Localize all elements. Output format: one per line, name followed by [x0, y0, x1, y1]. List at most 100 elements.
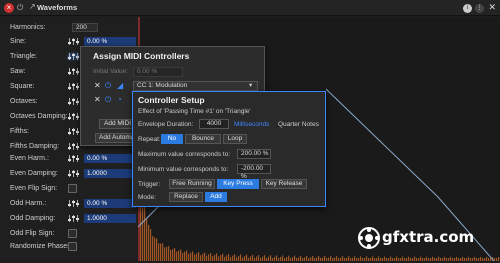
trigger-key-press-button[interactable]: Key Press [217, 179, 259, 189]
harmonic-bar [390, 256, 392, 261]
mini-slider-icon[interactable] [68, 37, 80, 46]
unit-milliseconds[interactable]: Milliseconds [234, 121, 269, 128]
mode-replace-button[interactable]: Replace [169, 192, 203, 202]
harmonic-bar [232, 255, 234, 261]
mini-slider-icon[interactable] [68, 97, 80, 106]
harmonic-bar [420, 256, 422, 261]
harmonic-bar [188, 253, 190, 261]
mini-slider-icon[interactable] [68, 67, 80, 76]
window-title: Waveforms [37, 3, 78, 12]
harmonic-bar [174, 248, 176, 261]
mini-slider-icon[interactable] [68, 154, 80, 163]
mini-slider-icon[interactable] [68, 142, 80, 151]
mini-slider-icon[interactable] [68, 127, 80, 136]
harmonic-bar [178, 250, 180, 261]
harmonic-bar [172, 249, 174, 261]
harmonic-bar [220, 255, 222, 261]
chevron-down-icon[interactable]: ▾ [249, 81, 252, 89]
harmonic-bar [298, 257, 300, 261]
harmonic-bar [228, 254, 230, 261]
harmonic-bar [342, 256, 344, 261]
harmonic-bar [186, 250, 188, 261]
param-checkbox[interactable] [68, 242, 77, 251]
trigger-key-release-button[interactable]: Key Release [261, 179, 307, 189]
harmonic-bar [200, 255, 202, 261]
max-field[interactable]: 200.00 % [237, 149, 271, 159]
assign-title: Assign MIDI Controllers [93, 51, 190, 61]
ramp-icon[interactable]: ◢ [117, 81, 123, 90]
min-field[interactable]: -200.00 % [237, 164, 271, 180]
mini-slider-icon[interactable] [68, 169, 80, 178]
harmonic-bar [426, 256, 428, 261]
mini-slider-icon[interactable] [68, 199, 80, 208]
controller-select[interactable]: CC 1: Modulation [133, 81, 258, 91]
mini-slider-icon[interactable] [68, 52, 80, 61]
param-label: Even Flip Sign: [10, 185, 58, 192]
param-value-field[interactable]: 0.00 % [84, 37, 136, 46]
harmonic-bar [242, 257, 244, 261]
setup-title: Controller Setup [138, 95, 205, 105]
repeat-no-button[interactable]: No [161, 134, 183, 144]
harmonic-bar [222, 253, 224, 261]
harmonic-bar [414, 256, 416, 261]
param-value-field[interactable]: 0.00 % [84, 199, 136, 208]
unit-quarter-notes[interactable]: Quarter Notes [278, 121, 319, 128]
power-toggle-icon[interactable]: ⏻ [105, 81, 111, 90]
remove-icon-2[interactable]: ✕ [94, 95, 101, 104]
param-label: Odd Flip Sign: [10, 230, 55, 237]
harmonic-bar [288, 255, 290, 261]
envelope-field[interactable]: 4000 [199, 119, 229, 129]
param-label: Even Damping: [10, 170, 58, 177]
harmonic-bar [244, 256, 246, 261]
harmonic-bar [304, 257, 306, 261]
power-toggle-icon-2[interactable]: ⏻ [105, 95, 111, 104]
harmonic-bar [246, 254, 248, 261]
param-checkbox[interactable] [68, 184, 77, 193]
harmonic-bar [306, 255, 308, 261]
harmonic-bar [204, 252, 206, 261]
param-label: Saw: [10, 68, 26, 75]
param-label: Octaves: [10, 98, 38, 105]
repeat-loop-button[interactable]: Loop [223, 134, 247, 144]
harmonic-bar [176, 251, 178, 261]
param-checkbox[interactable] [68, 229, 77, 238]
trigger-free-running-button[interactable]: Free Running [169, 179, 215, 189]
title-bar: × ⏻ ↗ Waveforms i ⋮ ✕ [0, 0, 500, 16]
harmonic-bar [250, 256, 252, 261]
close-icon[interactable]: × [4, 3, 14, 13]
param-value-field[interactable]: 1.0000 [84, 214, 136, 223]
param-label: Triangle: [10, 53, 37, 60]
harmonic-bar [384, 256, 386, 261]
param-value-field[interactable]: 0.00 % [84, 154, 136, 163]
param-label: Square: [10, 83, 35, 90]
close-window-icon[interactable]: ✕ [488, 2, 496, 13]
harmonic-bar [402, 256, 404, 261]
mini-slider-icon[interactable] [68, 82, 80, 91]
remove-icon[interactable]: ✕ [94, 81, 101, 90]
harmonic-bar [372, 256, 374, 261]
repeat-bounce-button[interactable]: Bounce [185, 134, 221, 144]
param-value-field[interactable]: 1.0000 [84, 169, 136, 178]
param-label: Odd Harm.: [10, 200, 47, 207]
mini-slider-icon[interactable] [68, 112, 80, 121]
harmonic-bar [348, 256, 350, 261]
harmonic-bar [170, 249, 172, 261]
expand-icon[interactable]: ↗ [29, 2, 36, 11]
harmonics-field[interactable]: 200 [72, 23, 98, 32]
clock-icon[interactable]: ◔ [117, 95, 122, 104]
initial-value-field[interactable]: 0.00 % [133, 67, 183, 77]
harmonic-bar [310, 257, 312, 261]
harmonic-bar [312, 255, 314, 261]
mini-slider-icon[interactable] [68, 214, 80, 223]
harmonic-bar [330, 256, 332, 261]
info-icon[interactable]: i [463, 4, 472, 13]
max-label: Maximum value corresponds to: [138, 151, 231, 158]
mode-add-button[interactable]: Add [205, 192, 227, 202]
harmonic-bar [190, 252, 192, 261]
harmonic-bar [192, 251, 194, 261]
power-icon[interactable]: ⏻ [17, 3, 27, 13]
menu-icon[interactable]: ⋮ [475, 4, 484, 13]
harmonic-bar [322, 257, 324, 261]
harmonic-bar [316, 257, 318, 261]
harmonic-bar [474, 256, 476, 261]
